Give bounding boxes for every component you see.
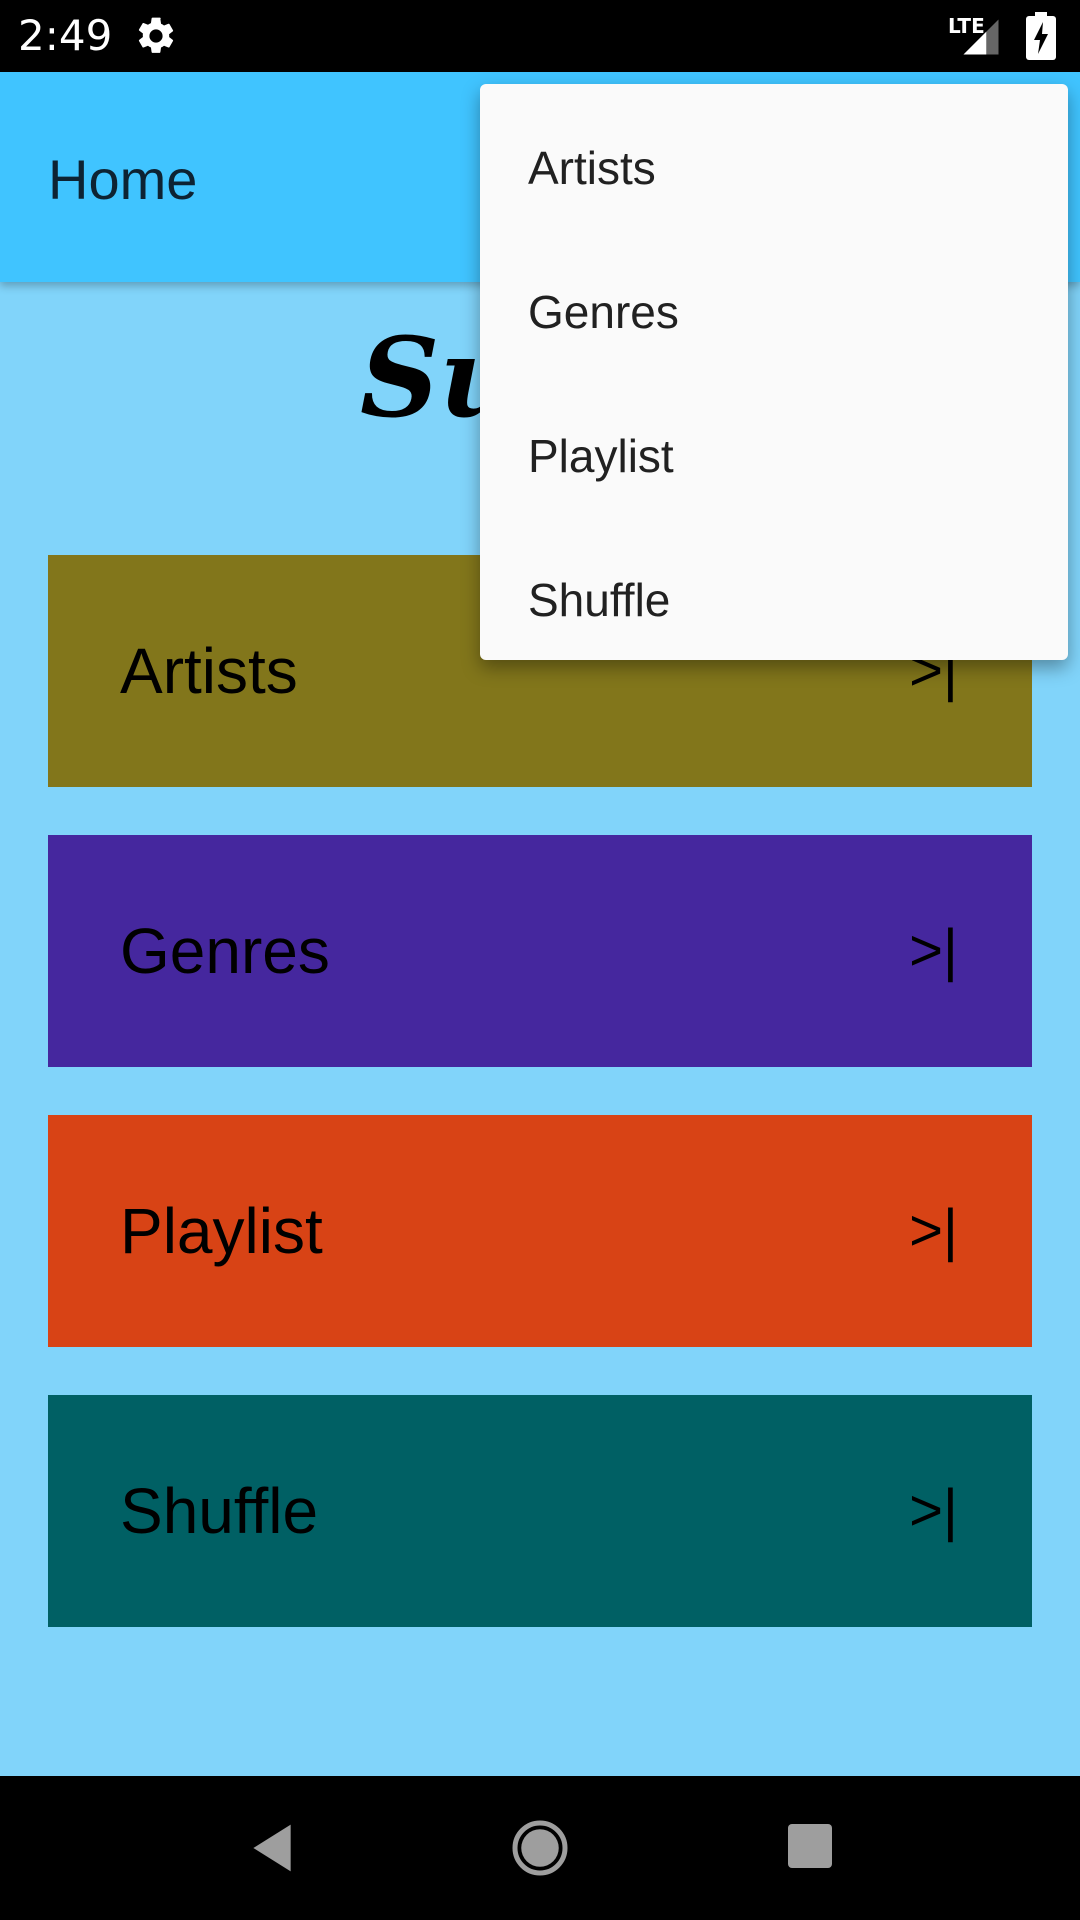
signal-icon [963,19,999,55]
page-title: Home [48,148,198,211]
battery-charging-icon [1026,12,1056,60]
menu-item-artists[interactable]: Artists [480,96,1068,240]
overflow-menu: Artists Genres Playlist Shuffle [480,84,1068,660]
playlist-tile[interactable]: Playlist >| [48,1115,1032,1347]
skip-arrow-icon: >| [909,918,958,983]
menu-item-shuffle[interactable]: Shuffle [480,528,1068,672]
home-icon[interactable] [510,1818,570,1878]
tile-label: Artists [120,635,298,707]
back-icon[interactable] [244,1820,300,1876]
status-bar: 2:49 LTE [0,0,1080,72]
skip-arrow-icon: >| [909,1198,958,1263]
menu-item-genres[interactable]: Genres [480,240,1068,384]
tile-label: Shuffle [120,1475,319,1547]
tile-label: Playlist [120,1195,323,1267]
gear-icon [138,17,174,53]
shuffle-tile[interactable]: Shuffle >| [48,1395,1032,1627]
tile-label: Genres [120,915,330,987]
skip-arrow-icon: >| [909,1478,958,1543]
status-time: 2:49 [18,11,113,60]
genres-tile[interactable]: Genres >| [48,835,1032,1067]
navigation-bar [0,1776,1080,1920]
recents-icon[interactable] [786,1822,834,1870]
menu-item-playlist[interactable]: Playlist [480,384,1068,528]
